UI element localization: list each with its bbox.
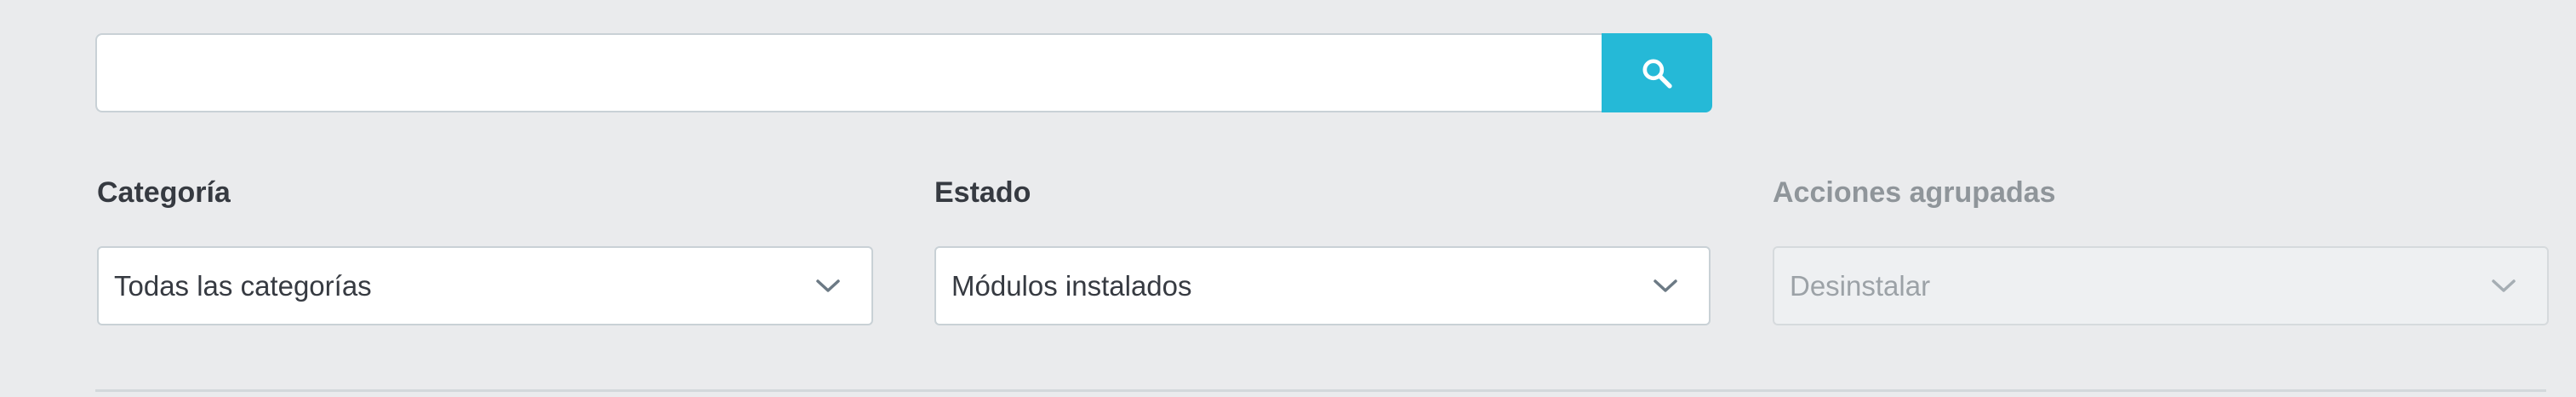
category-label: Categoría <box>97 176 231 209</box>
bulk-actions-selected-value: Desinstalar <box>1790 269 1931 302</box>
bulk-actions-select: Desinstalar <box>1773 246 2549 325</box>
search-button[interactable] <box>1602 33 1712 112</box>
bulk-actions-label: Acciones agrupadas <box>1773 176 2056 209</box>
chevron-down-icon <box>1653 279 1678 294</box>
search-input[interactable] <box>95 33 1602 112</box>
category-selected-value: Todas las categorías <box>114 269 372 302</box>
category-select[interactable]: Todas las categorías <box>97 246 873 325</box>
bulk-actions-filter: Acciones agrupadas Desinstalar <box>1773 175 2549 325</box>
search-icon <box>1640 56 1674 90</box>
status-filter: Estado Módulos instalados <box>934 175 1711 325</box>
category-filter: Categoría Todas las categorías <box>97 175 873 325</box>
search-bar <box>95 33 1712 112</box>
status-select[interactable]: Módulos instalados <box>934 246 1711 325</box>
status-selected-value: Módulos instalados <box>951 269 1192 302</box>
chevron-down-icon <box>815 279 841 294</box>
chevron-down-icon <box>2491 279 2516 294</box>
module-manager-filters: Categoría Todas las categorías Estado Mó… <box>0 0 2576 397</box>
status-label: Estado <box>934 176 1031 209</box>
section-divider <box>95 389 2546 392</box>
